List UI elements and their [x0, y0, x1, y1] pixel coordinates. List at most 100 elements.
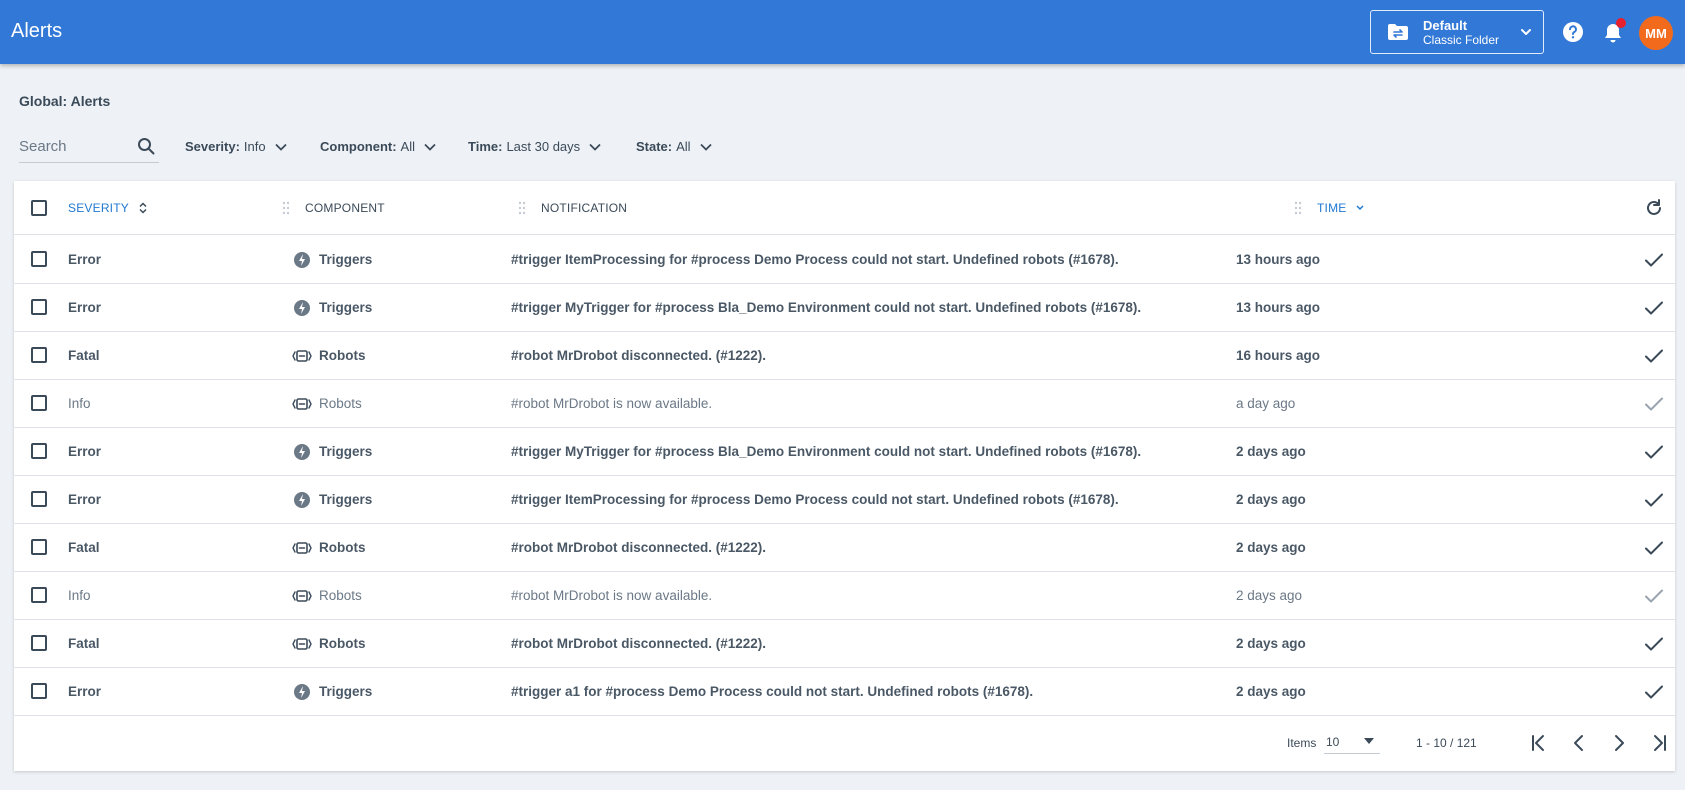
checkmark-icon[interactable]	[1644, 634, 1664, 654]
lightning-icon	[294, 492, 310, 508]
table-row[interactable]: Fatal Robots #robot MrDrobot disconnected.…	[14, 524, 1675, 572]
checkmark-icon[interactable]	[1644, 250, 1664, 270]
notification-cell[interactable]: #robot MrDrobot disconnected. (#1222).	[511, 636, 766, 651]
component-cell: Triggers	[319, 300, 373, 315]
notification-cell[interactable]: #robot MrDrobot disconnected. (#1222).	[511, 348, 766, 363]
filter-severity[interactable]: Severity: Info	[185, 139, 288, 154]
severity-cell: Fatal	[68, 636, 100, 651]
notification-cell[interactable]: #robot MrDrobot disconnected. (#1222).	[511, 540, 766, 555]
row-checkbox[interactable]	[31, 491, 47, 507]
row-checkbox[interactable]	[31, 251, 47, 267]
component-cell: Triggers	[319, 684, 373, 699]
column-header-component[interactable]: Component	[305, 201, 385, 215]
time-cell: 2 days ago	[1236, 444, 1306, 459]
checkmark-icon[interactable]	[1644, 538, 1664, 558]
row-checkbox[interactable]	[31, 683, 47, 699]
folder-picker[interactable]: Default Classic Folder	[1370, 10, 1544, 54]
notification-cell[interactable]: #trigger ItemProcessing for #process Dem…	[511, 252, 1119, 267]
drag-handle-icon[interactable]	[518, 200, 526, 216]
user-avatar[interactable]: MM	[1639, 16, 1673, 50]
time-cell: 2 days ago	[1236, 636, 1306, 651]
checkmark-icon[interactable]	[1644, 298, 1664, 318]
time-cell: 16 hours ago	[1236, 348, 1321, 363]
column-header-notification[interactable]: Notification	[541, 201, 627, 215]
notification-cell[interactable]: #trigger a1 for #process Demo Process co…	[511, 684, 1033, 699]
filter-value: All	[676, 139, 691, 154]
drag-handle-icon[interactable]	[282, 200, 290, 216]
filter-value: All	[400, 139, 415, 154]
robot-icon	[292, 638, 312, 650]
row-checkbox[interactable]	[31, 347, 47, 363]
component-cell: Triggers	[319, 492, 373, 507]
folder-name: Default	[1423, 18, 1468, 33]
time-cell: 13 hours ago	[1236, 252, 1321, 267]
search-input[interactable]	[19, 135, 129, 157]
select-all-checkbox[interactable]	[31, 200, 47, 216]
previous-page-icon[interactable]	[1568, 732, 1590, 754]
chevron-down-icon	[589, 143, 601, 151]
filter-label: Component:	[320, 139, 397, 154]
lightning-icon	[294, 300, 310, 316]
items-per-page-value: 10	[1326, 735, 1340, 749]
notification-cell[interactable]: #trigger MyTrigger for #process Bla_Demo…	[511, 300, 1141, 315]
column-header-severity[interactable]: Severity	[68, 201, 148, 215]
component-cell: Robots	[319, 540, 366, 555]
severity-cell: Fatal	[68, 540, 100, 555]
row-checkbox[interactable]	[31, 539, 47, 555]
row-checkbox[interactable]	[31, 587, 47, 603]
filter-time[interactable]: Time: Last 30 days	[468, 139, 602, 154]
table-row[interactable]: Error Triggers #trigger MyTrigger for #pro…	[14, 428, 1675, 476]
folder-switch-icon	[1388, 24, 1408, 40]
severity-cell: Error	[68, 492, 102, 507]
table-row[interactable]: Fatal Robots #robot MrDrobot disconnected.…	[14, 332, 1675, 380]
filter-state[interactable]: State: All	[636, 139, 713, 154]
table-row[interactable]: Error Triggers #trigger a1 for #process De…	[14, 668, 1675, 716]
lightning-icon	[294, 252, 310, 268]
row-checkbox[interactable]	[31, 635, 47, 651]
table-row[interactable]: Error Triggers #trigger ItemProcessing for…	[14, 236, 1675, 284]
notification-cell[interactable]: #trigger MyTrigger for #process Bla_Demo…	[511, 444, 1141, 459]
severity-cell: Fatal	[68, 348, 100, 363]
breadcrumb: Global: Alerts	[19, 93, 111, 109]
column-header-time[interactable]: Time	[1317, 201, 1365, 215]
checkmark-icon[interactable]	[1644, 394, 1664, 414]
checkmark-icon[interactable]	[1644, 346, 1664, 366]
filter-value: Last 30 days	[506, 139, 581, 154]
alerts-table: Severity Component Notification Time	[14, 181, 1675, 771]
checkmark-icon[interactable]	[1644, 682, 1664, 702]
time-cell: 13 hours ago	[1236, 300, 1321, 315]
checkmark-icon[interactable]	[1644, 586, 1664, 606]
notification-cell[interactable]: #robot MrDrobot is now available.	[511, 396, 712, 411]
row-checkbox[interactable]	[31, 299, 47, 315]
time-cell: 2 days ago	[1236, 492, 1306, 507]
table-row[interactable]: Fatal Robots #robot MrDrobot disconnected.…	[14, 620, 1675, 668]
row-checkbox[interactable]	[31, 395, 47, 411]
search-icon[interactable]	[137, 137, 155, 155]
table-row[interactable]: Info Robots #robot MrDrobot is now availab…	[14, 572, 1675, 620]
checkmark-icon[interactable]	[1644, 490, 1664, 510]
last-page-icon[interactable]	[1648, 732, 1670, 754]
row-checkbox[interactable]	[31, 443, 47, 459]
first-page-icon[interactable]	[1528, 732, 1550, 754]
help-icon[interactable]	[1562, 21, 1584, 43]
chevron-down-icon	[274, 143, 287, 151]
column-label: Severity	[68, 201, 129, 215]
robot-icon	[292, 350, 312, 362]
notification-cell[interactable]: #trigger ItemProcessing for #process Dem…	[511, 492, 1119, 507]
filter-value: Info	[243, 139, 266, 154]
time-cell: 2 days ago	[1236, 684, 1306, 699]
table-row[interactable]: Error Triggers #trigger ItemProcessing for…	[14, 476, 1675, 524]
checkmark-icon[interactable]	[1644, 442, 1664, 462]
items-per-page-select[interactable]: 10	[1324, 730, 1380, 754]
next-page-icon[interactable]	[1608, 732, 1630, 754]
table-row[interactable]: Info Robots #robot MrDrobot is now availab…	[14, 380, 1675, 428]
chevron-down-icon	[699, 143, 712, 151]
lightning-icon	[294, 684, 310, 700]
refresh-icon[interactable]	[1644, 198, 1664, 218]
severity-cell: Info	[68, 396, 91, 411]
severity-cell: Error	[68, 300, 102, 315]
drag-handle-icon[interactable]	[1294, 200, 1302, 216]
table-row[interactable]: Error Triggers #trigger MyTrigger for #pro…	[14, 284, 1675, 332]
notification-cell[interactable]: #robot MrDrobot is now available.	[511, 588, 712, 603]
filter-component[interactable]: Component: All	[320, 139, 437, 154]
